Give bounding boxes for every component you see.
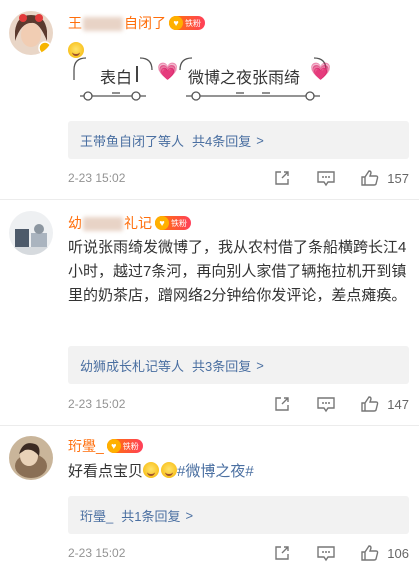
like-count: 147	[387, 396, 409, 412]
comment-footer: 2-23 15:02 157	[68, 168, 409, 188]
comment-item: 幼礼记 ♥ 铁粉 听说张雨绮发微博了，我从农村借了条船横跨长江4小时，越过7条河，…	[0, 200, 419, 420]
reply-count: 共4条回复	[192, 133, 252, 149]
fan-badge: ♥ 铁粉	[155, 216, 191, 230]
avatar[interactable]	[9, 436, 53, 480]
heart-icon: 💗	[157, 62, 179, 81]
heart-icon: ♥	[106, 439, 121, 453]
reply-summary[interactable]: 幼狮成长札记等人 共3条回复 >	[68, 346, 409, 384]
repost-icon[interactable]	[271, 168, 293, 188]
comment-icon[interactable]	[315, 168, 337, 188]
username-row: 王自闭了 ♥ 铁粉	[68, 13, 205, 33]
comment-text-prefix: 好看点宝贝	[68, 463, 144, 480]
comment-text: 好看点宝贝 #微博之夜#	[68, 460, 408, 484]
heart-icon: ♥	[155, 216, 169, 230]
card-text-left: 表白	[100, 70, 133, 87]
reply-count: 共3条回复	[192, 358, 252, 374]
fan-badge: ♥ 铁粉	[106, 439, 143, 453]
heart-icon: ♥	[169, 16, 183, 30]
avatar[interactable]	[9, 211, 53, 255]
text-cursor	[136, 66, 138, 82]
thumbs-up-icon[interactable]	[359, 394, 381, 414]
thumbs-up-icon[interactable]	[359, 543, 381, 563]
username-row: 幼礼记 ♥ 铁粉	[68, 213, 191, 233]
comment-icon[interactable]	[315, 394, 337, 414]
timestamp: 2-23 15:02	[68, 397, 126, 411]
comment-footer: 2-23 15:02 147	[68, 394, 409, 414]
comment-footer: 2-23 15:02 106	[68, 543, 409, 563]
comment-item: 珩璺_ ♥ 铁粉 好看点宝贝 #微博之夜# 珩璺_ 共1条回复 > 2-23 15:…	[0, 426, 419, 580]
username-row: 珩璺_ ♥ 铁粉	[68, 436, 143, 456]
reply-users: 珩璺_	[80, 508, 114, 524]
username[interactable]: 王自闭了	[68, 13, 166, 33]
like-count: 157	[387, 170, 409, 186]
comment-text: 听说张雨绮发微博了，我从农村借了条船横跨长江4小时，越过7条河，再向别人家借了辆…	[68, 239, 407, 304]
emoji-icon	[161, 462, 178, 478]
like-count: 106	[387, 545, 409, 561]
heart-icon: 💗	[310, 62, 332, 81]
timestamp: 2-23 15:02	[68, 546, 126, 560]
comment-icon[interactable]	[315, 543, 337, 563]
emoji-icon	[143, 462, 160, 478]
text-card-right: 微博之夜张雨绮	[178, 52, 328, 108]
card-text-right: 微博之夜张雨绮	[188, 70, 301, 87]
repost-icon[interactable]	[271, 543, 293, 563]
comment-item: 王自闭了 ♥ 铁粉 表白 💗 微博之夜张雨绮 💗 王带鱼自闭了等人 共4条回复 …	[0, 0, 419, 200]
chevron-right-icon: >	[256, 357, 264, 373]
reply-summary[interactable]: 珩璺_ 共1条回复 >	[68, 496, 409, 534]
fan-badge: ♥ 铁粉	[169, 16, 205, 30]
reply-count: 共1条回复	[121, 508, 181, 524]
thumbs-up-icon[interactable]	[359, 168, 381, 188]
hashtag-link[interactable]: #微博之夜#	[177, 463, 254, 480]
repost-icon[interactable]	[271, 394, 293, 414]
chevron-right-icon: >	[185, 507, 194, 523]
username[interactable]: 珩璺_	[68, 436, 104, 456]
avatar[interactable]	[9, 11, 53, 55]
reply-users: 幼狮成长札记等人	[80, 358, 185, 374]
username[interactable]: 幼礼记	[68, 213, 152, 233]
timestamp: 2-23 15:02	[68, 171, 126, 185]
reply-users: 王带鱼自闭了等人	[80, 133, 185, 149]
chevron-right-icon: >	[256, 132, 264, 148]
text-card-left: 表白	[72, 52, 154, 108]
reply-summary[interactable]: 王带鱼自闭了等人 共4条回复 >	[68, 121, 409, 159]
